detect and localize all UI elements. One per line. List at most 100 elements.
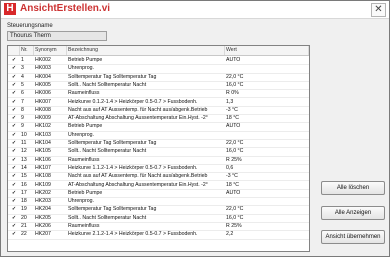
row-bezeichnung: Uhrenprog. xyxy=(68,131,94,138)
row-check[interactable]: ✓ xyxy=(8,181,20,189)
row-wert: 16,0 °C xyxy=(226,81,244,88)
row-check[interactable]: ✓ xyxy=(8,189,20,197)
row-check[interactable]: ✓ xyxy=(8,139,20,147)
row-check[interactable]: ✓ xyxy=(8,172,20,180)
steuer-name-field[interactable]: Thourus Therm xyxy=(7,31,107,41)
row-wert: 2,2 xyxy=(226,231,234,238)
row-synonym: HK003 xyxy=(35,65,51,72)
row-nr: 8 xyxy=(21,106,24,113)
row-wert: AUTO xyxy=(226,189,241,196)
row-nr: 3 xyxy=(21,65,24,72)
table-header: Nr. Synonym Bezeichnung Wert xyxy=(8,46,309,56)
row-nr: 21 xyxy=(21,223,27,229)
row-synonym: HK105 xyxy=(35,148,51,155)
row-synonym: HK103 xyxy=(35,131,51,138)
row-synonym: HK204 xyxy=(35,206,51,213)
row-check[interactable]: ✓ xyxy=(8,114,20,122)
row-synonym: HK102 xyxy=(35,123,51,130)
row-synonym: HK106 xyxy=(35,156,51,163)
row-check[interactable]: ✓ xyxy=(8,98,20,106)
row-wert: 0,6 xyxy=(226,164,234,171)
row-check[interactable]: ✓ xyxy=(8,214,20,222)
row-wert: 22,0 °C xyxy=(226,73,244,80)
row-check[interactable]: ✓ xyxy=(8,230,20,238)
row-bezeichnung: Raumeinfluss xyxy=(68,223,100,229)
parameter-table[interactable]: Nr. Synonym Bezeichnung Wert ✓ 1 HK002 Betr… xyxy=(7,45,310,252)
row-check[interactable]: ✓ xyxy=(8,56,20,64)
row-synonym: HK006 xyxy=(35,90,51,97)
col-check-header xyxy=(8,46,20,55)
row-wert: 1,3 xyxy=(226,98,234,105)
row-nr: 5 xyxy=(21,81,24,88)
row-check[interactable]: ✓ xyxy=(8,81,20,89)
row-synonym: HK207 xyxy=(35,231,51,238)
row-nr: 7 xyxy=(21,98,24,105)
row-bezeichnung: Uhrenprog. xyxy=(68,198,94,205)
show-all-button[interactable]: Alle Anzeigen xyxy=(321,206,385,220)
col-wert-header: Wert xyxy=(225,46,309,55)
row-bezeichnung: AT-Abschaltung Abschaltung Aussentempera… xyxy=(68,115,208,122)
row-wert: AUTO xyxy=(226,123,241,130)
row-nr: 22 xyxy=(21,231,27,238)
row-check[interactable]: ✓ xyxy=(8,156,20,164)
row-nr: 17 xyxy=(21,189,27,196)
row-check[interactable]: ✓ xyxy=(8,131,20,139)
row-wert: 18 °C xyxy=(226,115,240,122)
row-bezeichnung: AT-Abschaltung Abschaltung Aussentempera… xyxy=(68,181,208,188)
row-synonym: HK007 xyxy=(35,98,51,105)
row-check[interactable]: ✓ xyxy=(8,106,20,114)
row-check[interactable]: ✓ xyxy=(8,205,20,213)
row-nr: 9 xyxy=(21,115,24,122)
row-bezeichnung: Uhrenprog. xyxy=(68,65,94,72)
row-check[interactable]: ✓ xyxy=(8,222,20,230)
row-wert: AUTO xyxy=(226,57,241,63)
row-bezeichnung: Sollt.. Nacht Solltemperatur Nacht xyxy=(68,148,147,155)
row-bezeichnung: Solltemperatur Tag Solltemperatur Tag xyxy=(68,206,157,213)
row-synonym: HK107 xyxy=(35,164,51,171)
row-synonym: HK202 xyxy=(35,189,51,196)
row-nr: 19 xyxy=(21,206,27,213)
row-nr: 10 xyxy=(21,131,27,138)
row-nr: 20 xyxy=(21,214,27,221)
row-nr: 16 xyxy=(21,181,27,188)
row-check[interactable]: ✓ xyxy=(8,122,20,130)
row-check[interactable]: ✓ xyxy=(8,89,20,97)
row-wert: R 0% xyxy=(226,90,239,97)
row-bezeichnung: Sollt.. Nacht Solltemperatur Nacht xyxy=(68,81,147,88)
window-title: AnsichtErstellen.vi xyxy=(20,3,111,14)
row-check[interactable]: ✓ xyxy=(8,64,20,72)
row-synonym: HK005 xyxy=(35,81,51,88)
close-icon[interactable]: ✕ xyxy=(371,3,386,17)
row-wert: R 25% xyxy=(226,156,242,163)
row-bezeichnung: Heizkurve 1.1.2-1.4 > Heizkörper 0.5-0.7… xyxy=(68,164,198,171)
row-synonym: HK009 xyxy=(35,115,51,122)
apply-view-button[interactable]: Ansicht übernehmen xyxy=(321,230,385,244)
row-synonym: HK002 xyxy=(35,57,51,63)
row-wert: R 25% xyxy=(226,223,242,229)
row-synonym: HK109 xyxy=(35,181,51,188)
table-row[interactable]: ✓ 22 HK207 Heizkurve 2.1.2-1.4 > Heizkörper… xyxy=(8,230,309,240)
row-check[interactable]: ✓ xyxy=(8,164,20,172)
row-bezeichnung: Raumeinfluss xyxy=(68,90,100,97)
row-synonym: HK206 xyxy=(35,223,51,229)
row-check[interactable]: ✓ xyxy=(8,147,20,155)
row-bezeichnung: Raumeinfluss xyxy=(68,156,100,163)
delete-all-button[interactable]: Alle löschen xyxy=(321,181,385,195)
row-wert: 18 °C xyxy=(226,181,240,188)
row-nr: 6 xyxy=(21,90,24,97)
row-nr: 9 xyxy=(21,123,24,130)
row-wert: 22,0 °C xyxy=(226,140,244,146)
row-wert: 22,0 °C xyxy=(226,206,244,213)
title-bar[interactable]: H AnsichtErstellen.vi ✕ xyxy=(1,1,389,19)
row-check[interactable]: ✓ xyxy=(8,73,20,81)
row-nr: 4 xyxy=(21,73,24,80)
row-nr: 15 xyxy=(21,173,27,180)
row-check[interactable]: ✓ xyxy=(8,197,20,205)
row-bezeichnung: Solltemperatur Tag Solltemperatur Tag xyxy=(68,73,157,80)
col-synonym-header: Synonym xyxy=(34,46,67,55)
row-bezeichnung: Betrieb Pumpe xyxy=(68,123,103,130)
ansicht-window: H AnsichtErstellen.vi ✕ Steuerungsname T… xyxy=(0,0,390,257)
row-bezeichnung: Nacht aus auf AT Aussentemp. für Nacht a… xyxy=(68,106,208,113)
row-bezeichnung: Heizkurve 2.1.2-1.4 > Heizkörper 0.5-0.7… xyxy=(68,231,198,238)
row-nr: 11 xyxy=(21,140,27,146)
